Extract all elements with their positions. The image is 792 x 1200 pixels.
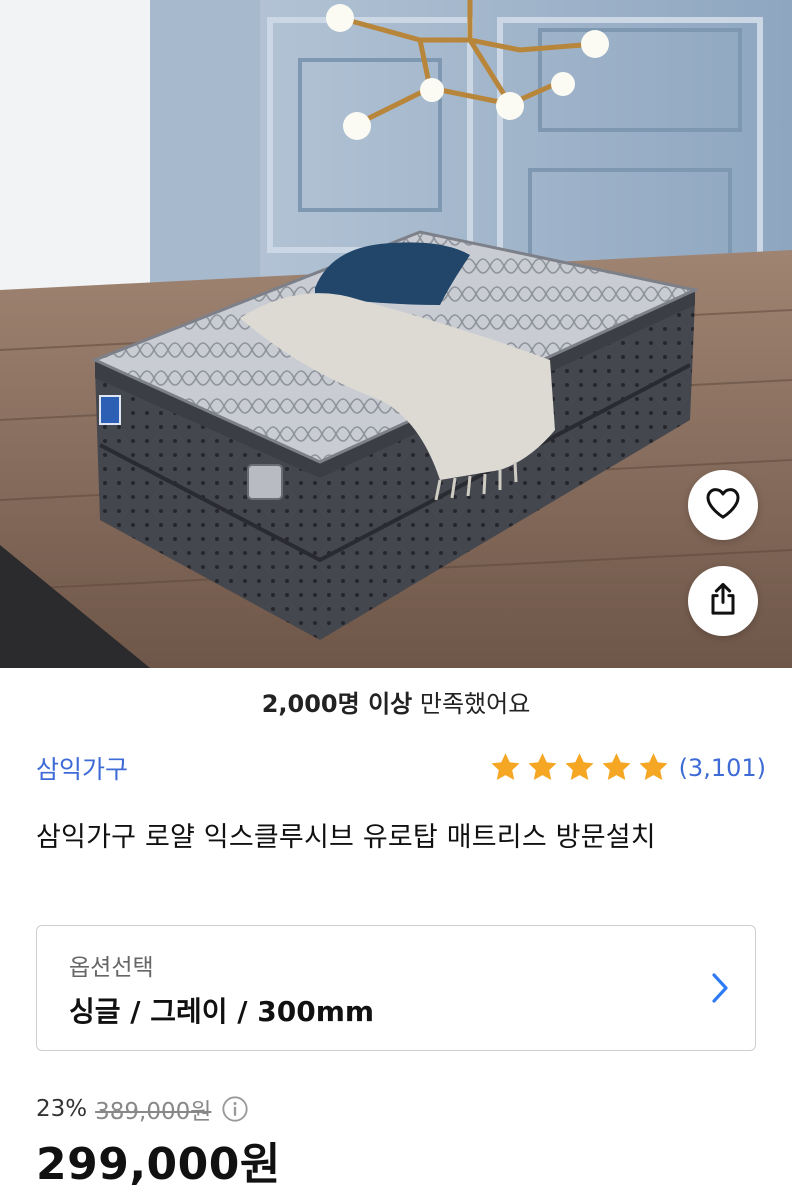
product-title: 삼익가구 로얄 익스클루시브 유로탑 매트리스 방문설치 — [36, 822, 656, 853]
price-detail-row: 23% 389,000원 — [36, 1092, 249, 1126]
satisfaction-rest: 만족했어요 — [419, 690, 531, 718]
product-image[interactable] — [0, 0, 792, 668]
share-icon — [703, 579, 743, 623]
discount-rate: 23% — [36, 1096, 88, 1122]
option-selector[interactable]: 옵션선택 싱글 / 그레이 / 300mm — [36, 925, 756, 1051]
rating-stars — [488, 750, 671, 785]
star-icon — [602, 753, 631, 781]
satisfaction-count: 2,000명 이상 — [261, 690, 413, 718]
mattress-illustration — [0, 0, 792, 668]
chevron-right-icon — [707, 970, 733, 1010]
sale-price: 299,000원 — [36, 1139, 281, 1190]
rating-summary[interactable]: (3,101) — [488, 750, 766, 785]
option-label: 옵션선택 — [69, 955, 154, 981]
brand-link[interactable]: 삼익가구 — [36, 750, 128, 786]
star-icon — [639, 753, 668, 781]
satisfaction-text: 2,000명 이상 만족했어요 — [0, 684, 792, 719]
star-icon — [565, 753, 594, 781]
option-value: 싱글 / 그레이 / 300mm — [69, 995, 375, 1028]
review-count[interactable]: (3,101) — [679, 754, 766, 782]
share-button[interactable] — [688, 566, 758, 636]
info-icon[interactable] — [221, 1095, 249, 1123]
wishlist-button[interactable] — [688, 470, 758, 540]
original-price: 389,000원 — [95, 1099, 212, 1125]
star-icon — [528, 753, 557, 781]
heart-icon — [703, 483, 743, 527]
star-icon — [491, 753, 520, 781]
